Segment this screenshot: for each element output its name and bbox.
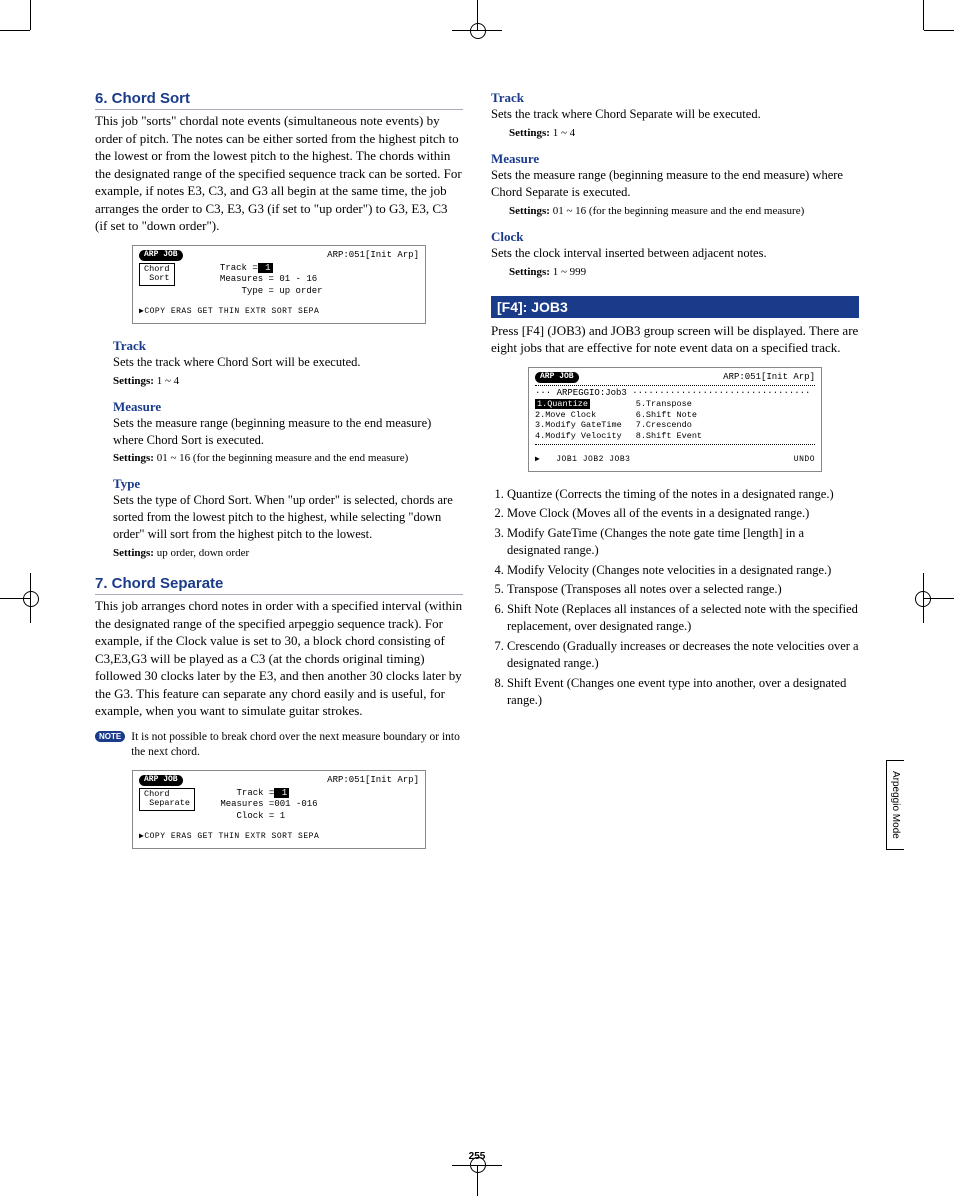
settings-label: Settings: [509, 266, 550, 278]
section-6-body: This job "sorts" chordal note events (si… [95, 112, 463, 235]
param-measure-title: Measure [113, 399, 463, 415]
lcd-arp-id: ARP:051[Init Arp] [327, 775, 419, 786]
section-6-title: 6. Chord Sort [95, 90, 463, 110]
section-7-body: This job arranges chord notes in order w… [95, 597, 463, 720]
note-row: NOTE It is not possible to break chord o… [95, 730, 463, 760]
lcd-tabs: ▶COPY ERAS GET THIN EXTR SORT SEPA [139, 832, 419, 842]
lcd-badge: ARP JOB [139, 250, 183, 261]
lcd-chord-separate: ARP JOB ARP:051[Init Arp] Chord Separate… [132, 770, 426, 849]
lcd-item: 8.Shift Event [636, 431, 702, 442]
param-track-body: Sets the track where Chord Sort will be … [113, 354, 463, 371]
lcd-arp-id: ARP:051[Init Arp] [723, 372, 815, 383]
lcd-tabs: ▶COPY ERAS GET THIN EXTR SORT SEPA [139, 307, 419, 317]
lcd-item: 3.Modify GateTime [535, 420, 622, 431]
settings-value: up order, down order [154, 547, 249, 559]
list-item: Move Clock (Moves all of the events in a… [507, 505, 859, 523]
job3-list: Quantize (Corrects the timing of the not… [491, 486, 859, 710]
param-clock-body: Sets the clock interval inserted between… [491, 245, 859, 262]
lcd-item: 2.Move Clock [535, 410, 622, 421]
settings-value: 1 ~ 4 [154, 375, 179, 387]
settings-label: Settings: [113, 547, 154, 559]
side-tab: Arpeggio Mode [886, 760, 904, 850]
list-item: Transpose (Transposes all notes over a s… [507, 581, 859, 599]
param-type-body: Sets the type of Chord Sort. When "up or… [113, 492, 463, 543]
settings-value: 1 ~ 4 [550, 127, 575, 139]
page-content: 6. Chord Sort This job "sorts" chordal n… [0, 0, 954, 923]
f4-header: [F4]: JOB3 [491, 296, 859, 318]
right-column: Track Sets the track where Chord Separat… [491, 90, 859, 863]
lcd-item: 7.Crescendo [636, 420, 702, 431]
settings-value: 01 ~ 16 (for the beginning measure and t… [550, 205, 804, 217]
param-track-body: Sets the track where Chord Separate will… [491, 106, 859, 123]
lcd-badge: ARP JOB [535, 372, 579, 383]
section-7-title: 7. Chord Separate [95, 575, 463, 595]
lcd-item: 4.Modify Velocity [535, 431, 622, 442]
lcd-item: 5.Transpose [636, 399, 702, 410]
left-column: 6. Chord Sort This job "sorts" chordal n… [95, 90, 463, 863]
param-measure-body: Sets the measure range (beginning measur… [491, 167, 859, 201]
list-item: Shift Note (Replaces all instances of a … [507, 601, 859, 636]
list-item: Quantize (Corrects the timing of the not… [507, 486, 859, 504]
settings-label: Settings: [113, 375, 154, 387]
lcd-subtitle: ··· ARPEGGIO:Job3 ······················… [535, 388, 815, 399]
settings-label: Settings: [113, 452, 154, 464]
settings-label: Settings: [509, 127, 550, 139]
param-measure-title: Measure [491, 151, 859, 167]
lcd-params: Track = 1 Measures = 01 - 16 Type = up o… [220, 263, 323, 297]
param-measure-body: Sets the measure range (beginning measur… [113, 415, 463, 449]
lcd-badge: ARP JOB [139, 775, 183, 786]
settings-label: Settings: [509, 205, 550, 217]
lcd-item: 6.Shift Note [636, 410, 702, 421]
lcd-chord-sort: ARP JOB ARP:051[Init Arp] Chord Sort Tra… [132, 245, 426, 324]
lcd-item-selected: 1.Quantize [535, 399, 590, 409]
lcd-tabs: ▶ JOB1 JOB2 JOB3 UNDO [535, 455, 815, 465]
list-item: Crescendo (Gradually increases or decrea… [507, 638, 859, 673]
list-item: Shift Event (Changes one event type into… [507, 675, 859, 710]
param-track-title: Track [491, 90, 859, 106]
f4-body: Press [F4] (JOB3) and JOB3 group screen … [491, 322, 859, 357]
lcd-job-name: Chord Separate [139, 788, 195, 811]
lcd-params: Track = 1 Measures =001 -016 Clock = 1 [220, 788, 317, 822]
lcd-job3: ARP JOB ARP:051[Init Arp] ··· ARPEGGIO:J… [528, 367, 822, 472]
settings-value: 01 ~ 16 (for the beginning measure and t… [154, 452, 408, 464]
note-text: It is not possible to break chord over t… [131, 730, 463, 760]
page-number: 255 [469, 1151, 486, 1162]
note-badge: NOTE [95, 731, 125, 742]
lcd-job-name: Chord Sort [139, 263, 175, 286]
list-item: Modify Velocity (Changes note velocities… [507, 562, 859, 580]
lcd-arp-id: ARP:051[Init Arp] [327, 250, 419, 261]
param-track-title: Track [113, 338, 463, 354]
settings-value: 1 ~ 999 [550, 266, 586, 278]
param-type-title: Type [113, 476, 463, 492]
list-item: Modify GateTime (Changes the note gate t… [507, 525, 859, 560]
param-clock-title: Clock [491, 229, 859, 245]
